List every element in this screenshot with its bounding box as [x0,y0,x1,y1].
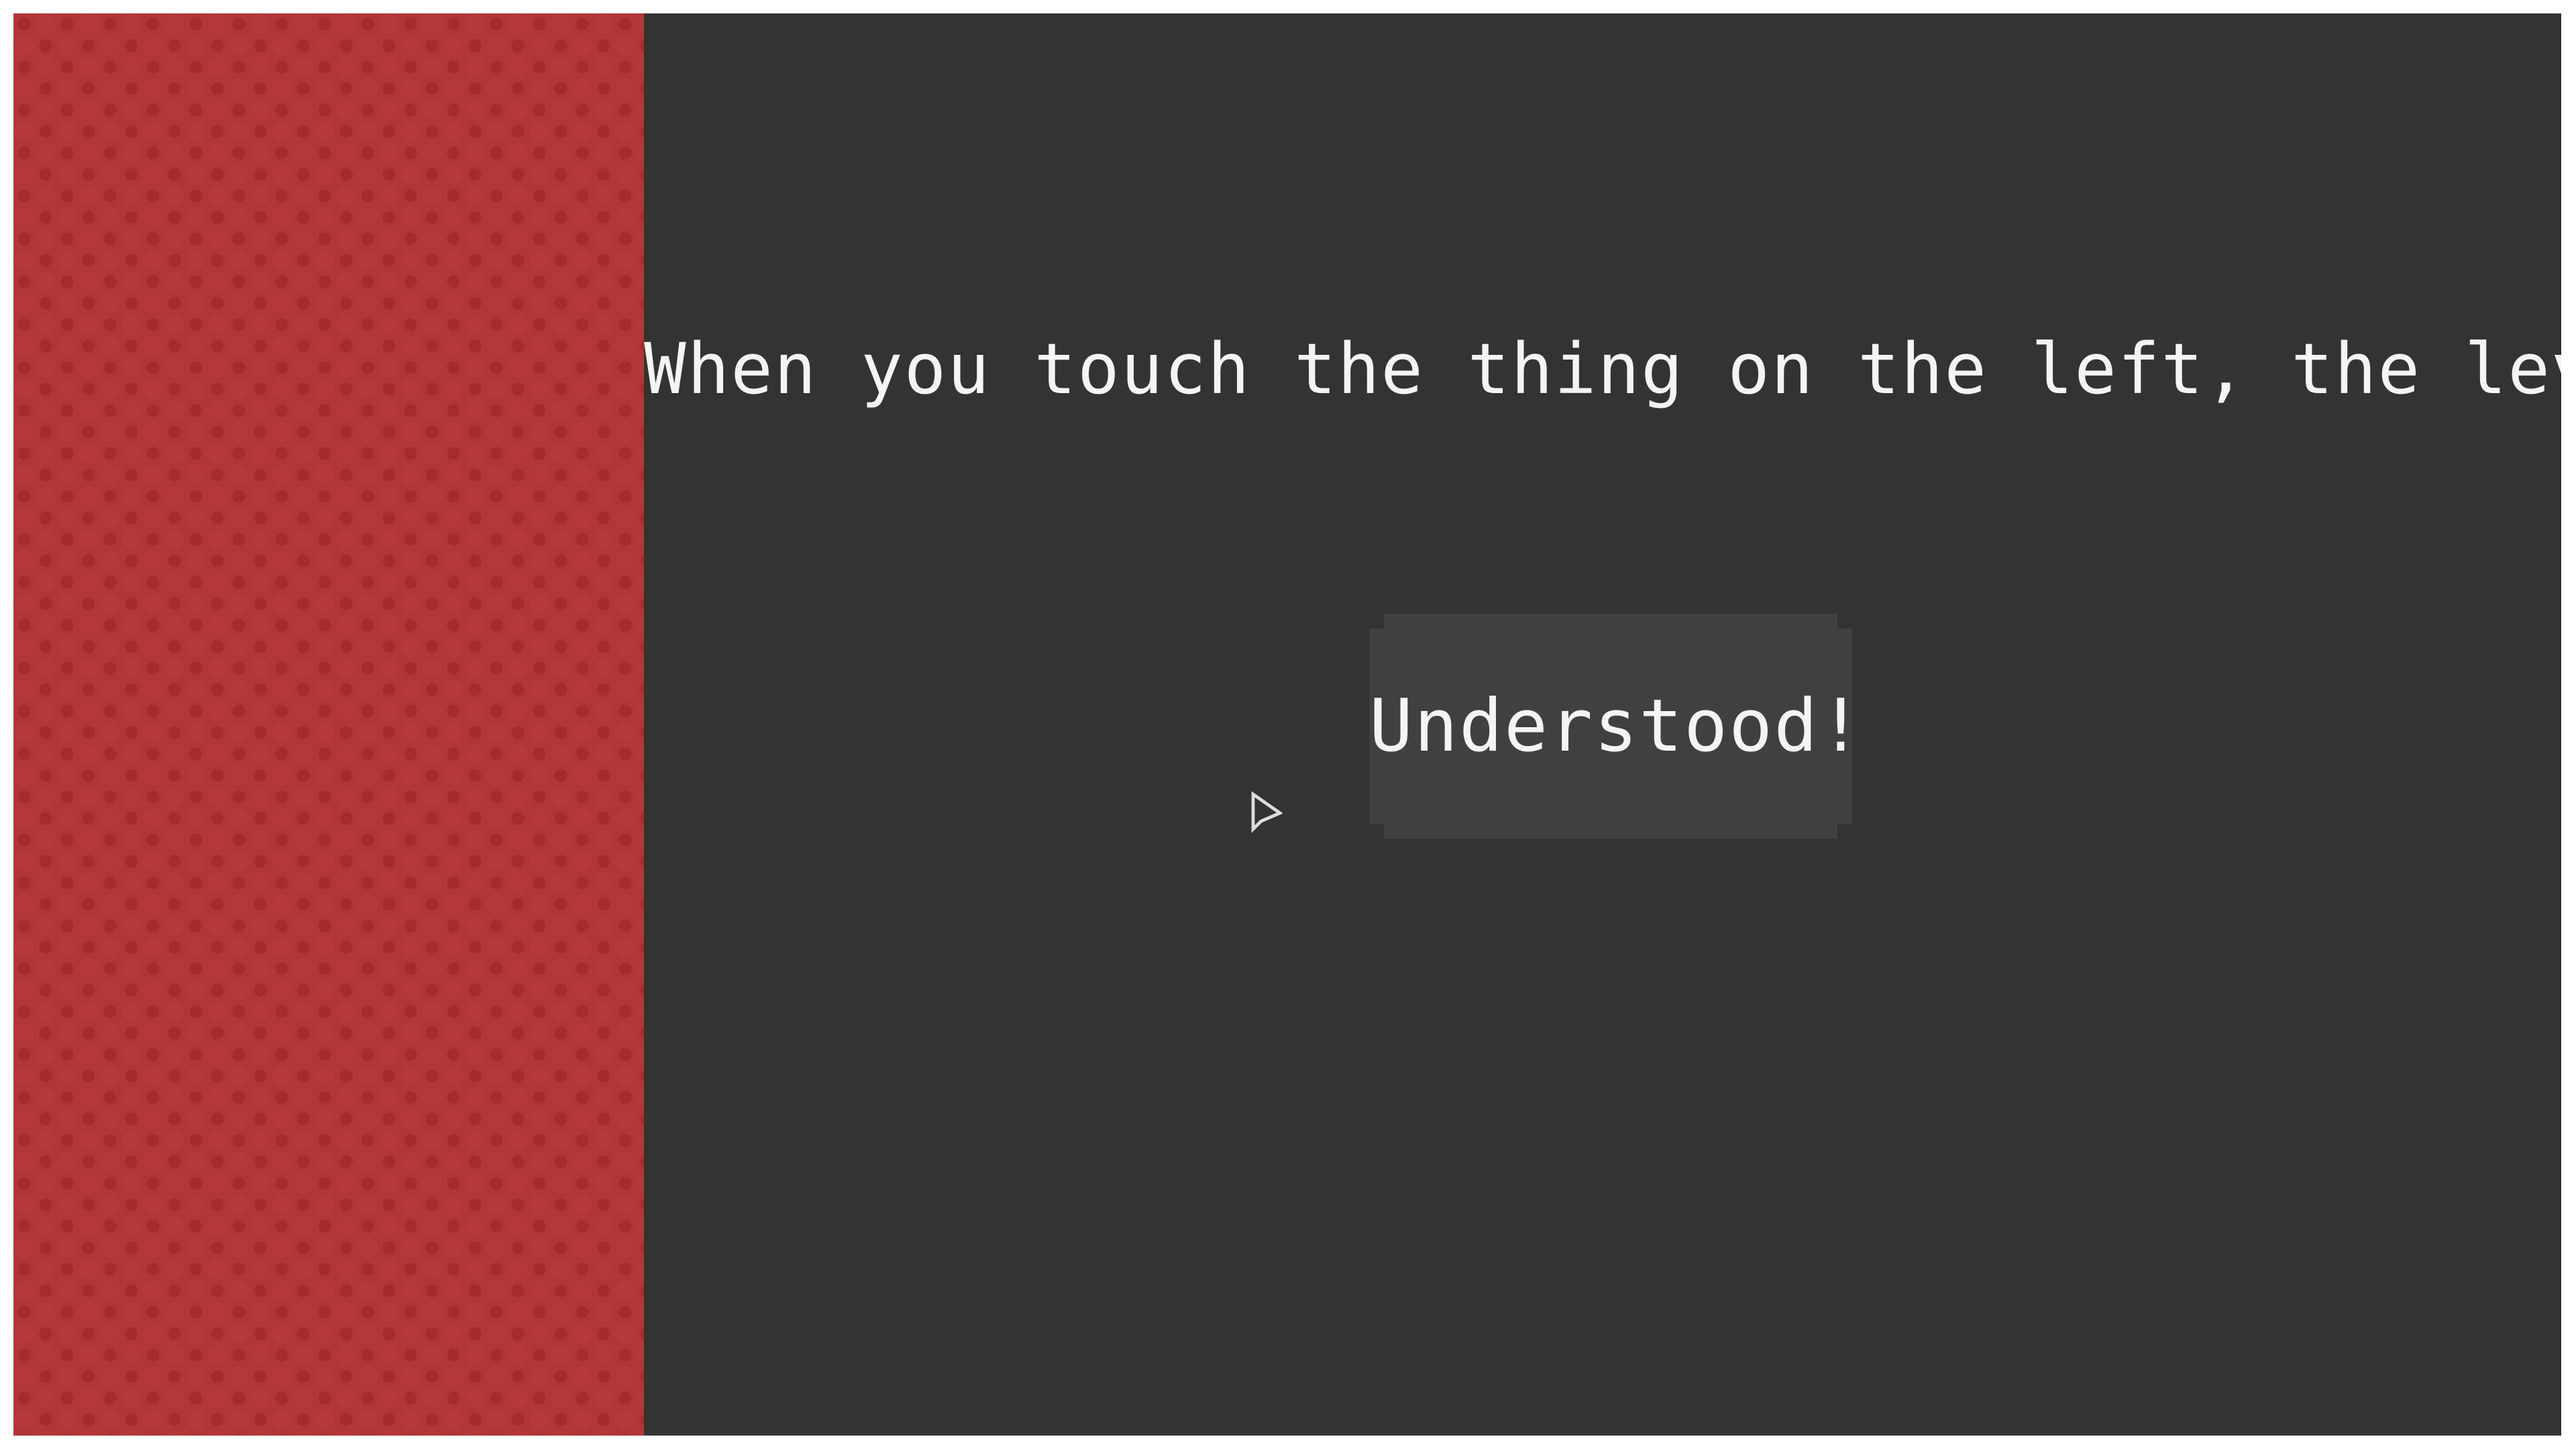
hazard-wall [13,13,644,1436]
understood-button[interactable]: Understood! [1369,614,1852,839]
pointer-arrow-icon [1251,792,1283,833]
instruction-text: When you touch the thing on the left, th… [644,328,2561,410]
game-viewport: When you touch the thing on the left, th… [13,13,2561,1436]
